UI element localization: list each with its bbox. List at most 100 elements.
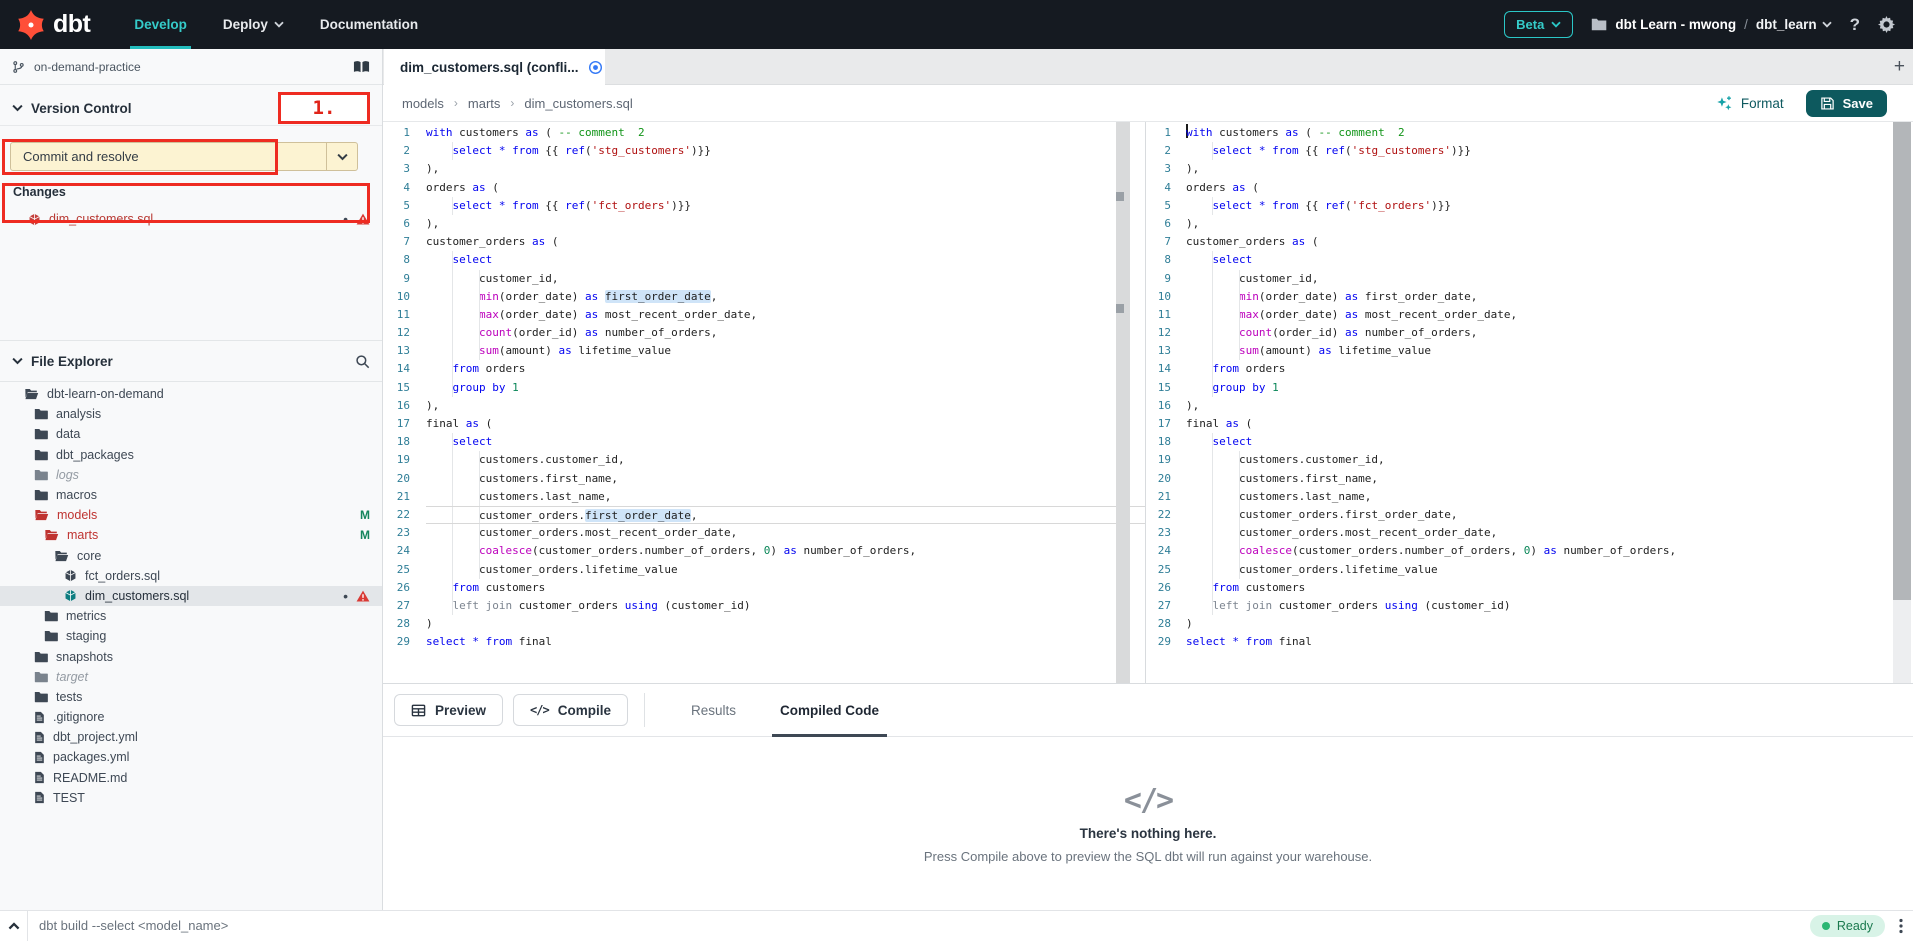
code-line[interactable]: select * from {{ ref('fct_orders')}}	[1186, 197, 1913, 215]
code-line[interactable]: sum(amount) as lifetime_value	[426, 342, 1145, 360]
code-line[interactable]: customers.customer_id,	[1186, 451, 1913, 469]
code-line[interactable]: select * from final	[426, 633, 1145, 651]
code-line[interactable]: left join customer_orders using (custome…	[1186, 597, 1913, 615]
changed-file-row[interactable]: dim_customers.sql•	[0, 207, 382, 231]
code-line[interactable]: sum(amount) as lifetime_value	[1186, 342, 1913, 360]
tree-item-dbt-project-yml[interactable]: dbt_project.yml	[0, 727, 382, 747]
tree-item-dbt-packages[interactable]: dbt_packages	[0, 445, 382, 465]
tab-compiled-code[interactable]: Compiled Code	[758, 684, 901, 736]
tree-item-readme-md[interactable]: README.md	[0, 768, 382, 788]
code-lines[interactable]: with customers as ( -- comment 2 select …	[1186, 124, 1913, 651]
code-line[interactable]: )	[426, 615, 1145, 633]
code-line[interactable]: select * from {{ ref('stg_customers')}}	[1186, 142, 1913, 160]
tree-item-logs[interactable]: logs	[0, 465, 382, 485]
tree-item-metrics[interactable]: metrics	[0, 606, 382, 626]
tab-results[interactable]: Results	[669, 684, 758, 736]
tree-item-macros[interactable]: macros	[0, 485, 382, 505]
tree-item-packages-yml[interactable]: packages.yml	[0, 747, 382, 767]
code-pane-right[interactable]: 1234567891011121314151617181920212223242…	[1145, 122, 1913, 683]
code-line[interactable]: customer_id,	[426, 270, 1145, 288]
code-line[interactable]: customer_orders.most_recent_order_date,	[426, 524, 1145, 542]
tree-item-marts[interactable]: martsM	[0, 525, 382, 545]
code-line[interactable]: final as (	[1186, 415, 1913, 433]
beta-dropdown[interactable]: Beta	[1504, 11, 1573, 38]
tab-dim-customers[interactable]: dim_customers.sql (confli...	[384, 49, 605, 85]
code-line[interactable]: from orders	[426, 360, 1145, 378]
code-line[interactable]: customers.last_name,	[1186, 488, 1913, 506]
code-line[interactable]: ),	[426, 160, 1145, 178]
code-line[interactable]: with customers as ( -- comment 2	[426, 124, 1145, 142]
code-line[interactable]: select * from final	[1186, 633, 1913, 651]
code-line[interactable]: coalesce(customer_orders.number_of_order…	[426, 542, 1145, 560]
code-line[interactable]: customer_orders.most_recent_order_date,	[1186, 524, 1913, 542]
breadcrumb-item[interactable]: dim_customers.sql	[524, 96, 632, 111]
code-line[interactable]: select * from {{ ref('stg_customers')}}	[426, 142, 1145, 160]
nav-item-deploy[interactable]: Deploy	[209, 0, 298, 49]
nav-item-develop[interactable]: Develop	[120, 0, 201, 49]
code-line[interactable]: select	[1186, 251, 1913, 269]
tree-item-fct-orders-sql[interactable]: fct_orders.sql	[0, 566, 382, 586]
code-line[interactable]: customers.first_name,	[426, 470, 1145, 488]
code-line[interactable]: from customers	[426, 579, 1145, 597]
code-line[interactable]: customers.last_name,	[426, 488, 1145, 506]
chevron-up-icon[interactable]	[0, 922, 27, 930]
code-line[interactable]: from customers	[1186, 579, 1913, 597]
code-line[interactable]: customer_orders.first_order_date,	[426, 506, 1145, 524]
code-line[interactable]: customers.customer_id,	[426, 451, 1145, 469]
code-line[interactable]: customer_orders as (	[1186, 233, 1913, 251]
tree-item-snapshots[interactable]: snapshots	[0, 646, 382, 666]
code-line[interactable]: customer_orders as (	[426, 233, 1145, 251]
code-line[interactable]: select	[1186, 433, 1913, 451]
code-line[interactable]: select * from {{ ref('fct_orders')}}	[426, 197, 1145, 215]
settings-gear-icon[interactable]	[1878, 16, 1895, 33]
code-line[interactable]: from orders	[1186, 360, 1913, 378]
left-pane-scrollbar[interactable]	[1116, 122, 1130, 683]
code-line[interactable]: ),	[426, 397, 1145, 415]
project-dropdown[interactable]: dbt_learn	[1756, 17, 1832, 32]
git-branch-row[interactable]: on-demand-practice	[0, 49, 382, 85]
search-icon[interactable]	[355, 354, 370, 369]
new-tab-plus-icon[interactable]: +	[1894, 49, 1905, 85]
code-line[interactable]: customer_orders.lifetime_value	[1186, 561, 1913, 579]
code-line[interactable]: ),	[1186, 160, 1913, 178]
right-pane-scrollbar-thumb[interactable]	[1893, 122, 1911, 600]
code-line[interactable]: customer_id,	[1186, 270, 1913, 288]
code-line[interactable]: ),	[1186, 397, 1913, 415]
code-line[interactable]: select	[426, 433, 1145, 451]
code-line[interactable]: final as (	[426, 415, 1145, 433]
tree-item-dbt-learn-on-demand[interactable]: dbt-learn-on-demand	[0, 384, 382, 404]
code-line[interactable]: customer_orders.first_order_date,	[1186, 506, 1913, 524]
commit-dropdown-toggle[interactable]	[326, 143, 357, 170]
code-line[interactable]: orders as (	[1186, 179, 1913, 197]
code-line[interactable]: customer_orders.lifetime_value	[426, 561, 1145, 579]
code-lines[interactable]: with customers as ( -- comment 2 select …	[426, 124, 1145, 651]
code-line[interactable]: max(order_date) as most_recent_order_dat…	[426, 306, 1145, 324]
tree-item-data[interactable]: data	[0, 424, 382, 444]
code-line[interactable]: ),	[1186, 215, 1913, 233]
tree-item-target[interactable]: target	[0, 667, 382, 687]
code-line[interactable]: customers.first_name,	[1186, 470, 1913, 488]
code-line[interactable]: with customers as ( -- comment 2	[1186, 124, 1913, 142]
tree-item--gitignore[interactable]: .gitignore	[0, 707, 382, 727]
file-explorer-header[interactable]: File Explorer	[0, 340, 382, 382]
tree-item-models[interactable]: modelsM	[0, 505, 382, 525]
code-pane-left[interactable]: 1234567891011121314151617181920212223242…	[383, 122, 1145, 683]
code-line[interactable]: select	[426, 251, 1145, 269]
code-line[interactable]: ),	[426, 215, 1145, 233]
tree-item-test[interactable]: TEST	[0, 788, 382, 808]
breadcrumb-item[interactable]: models	[402, 96, 444, 111]
code-line[interactable]: )	[1186, 615, 1913, 633]
preview-button[interactable]: Preview	[394, 694, 503, 726]
nav-item-documentation[interactable]: Documentation	[306, 0, 432, 49]
code-line[interactable]: left join customer_orders using (custome…	[426, 597, 1145, 615]
dbt-logo[interactable]: dbt	[16, 10, 90, 40]
code-line[interactable]: min(order_date) as first_order_date,	[1186, 288, 1913, 306]
code-line[interactable]: min(order_date) as first_order_date,	[426, 288, 1145, 306]
code-line[interactable]: group by 1	[1186, 379, 1913, 397]
code-line[interactable]: coalesce(customer_orders.number_of_order…	[1186, 542, 1913, 560]
tree-item-dim-customers-sql[interactable]: dim_customers.sql•	[0, 586, 382, 606]
code-line[interactable]: count(order_id) as number_of_orders,	[426, 324, 1145, 342]
code-line[interactable]: group by 1	[426, 379, 1145, 397]
kebab-menu-icon[interactable]	[1899, 918, 1903, 934]
commit-and-resolve-button[interactable]: Commit and resolve	[10, 142, 358, 171]
